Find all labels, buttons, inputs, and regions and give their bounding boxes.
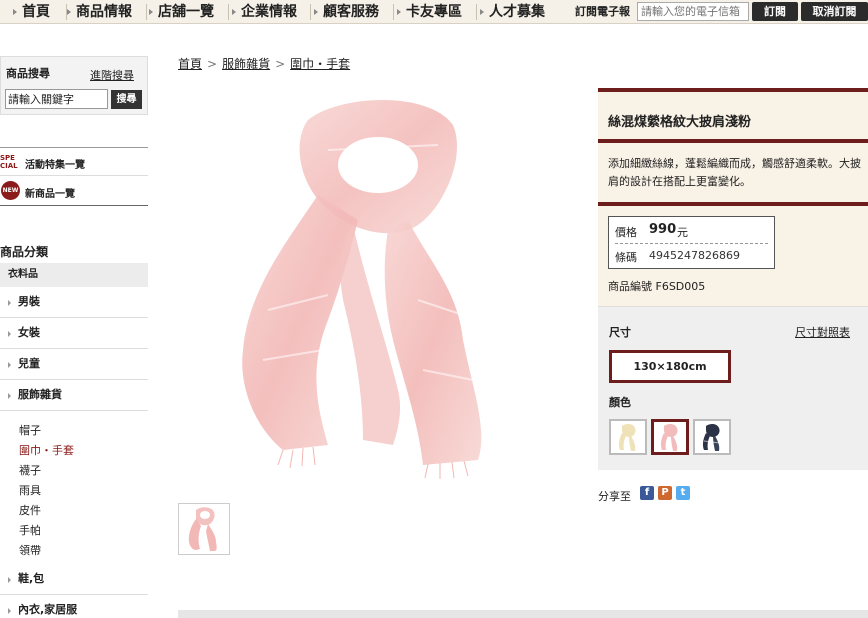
search-title: 商品搜尋 — [6, 67, 50, 80]
breadcrumb-home[interactable]: 首頁 — [178, 57, 202, 71]
category-group-clothing: 衣料品 — [0, 263, 148, 287]
category-kids[interactable]: 兒童 — [0, 350, 148, 380]
product-title: 絲混煤縈格紋大披肩淺粉 — [608, 115, 752, 130]
special-feature-link[interactable]: SPE CIAL 活動特集一覽 — [0, 147, 148, 176]
subscribe-button[interactable]: 訂閱 — [752, 2, 798, 21]
product-description: 添加細緻絲線，蓬鬆編織而成，觸感舒適柔軟。大披肩的設計在搭配上更富變化。 — [608, 157, 861, 188]
category-shoes-bags[interactable]: 鞋,包 — [0, 565, 148, 595]
keyword-search-input[interactable] — [5, 89, 108, 109]
product-main-image — [178, 90, 578, 480]
product-code: 商品編號 F6SD005 — [608, 278, 705, 294]
scarf-thumbnail-image — [188, 507, 217, 551]
price-divider — [615, 243, 768, 244]
special-logo-icon: SPE CIAL — [0, 154, 18, 170]
category-accessories[interactable]: 服飾雜貨 — [0, 381, 148, 411]
product-options-panel: 尺寸 尺寸對照表 130×180cm 顏色 — [598, 306, 868, 470]
price-unit: 元 — [677, 226, 688, 239]
nav-customer-service[interactable]: 顧客服務 — [311, 2, 379, 22]
color-label: 顏色 — [609, 396, 631, 409]
size-label: 尺寸 — [609, 326, 631, 339]
price-label: 價格 — [615, 226, 637, 239]
breadcrumb-scarves[interactable]: 圍巾・手套 — [290, 57, 350, 71]
new-products-link[interactable]: NEW 新商品一覽 — [0, 177, 148, 206]
subcategory-handkerchiefs[interactable]: 手帕 — [19, 524, 41, 538]
plurk-icon[interactable]: P — [658, 486, 672, 500]
top-nav: 首頁 商品情報 店舖一覽 企業情報 顧客服務 卡友專區 人才募集 訂閱電子報 訂… — [0, 0, 868, 24]
description-divider — [598, 202, 868, 206]
subcategory-scarves-gloves[interactable]: 圍巾・手套 — [19, 444, 74, 458]
product-title-bar: 絲混煤縈格紋大披肩淺粉 — [598, 88, 868, 143]
newsletter-email-input[interactable] — [637, 2, 749, 21]
breadcrumb: 首頁 > 服飾雜貨 > 圍巾・手套 — [178, 55, 350, 72]
product-code-label: 商品編號 — [608, 280, 652, 293]
barcode-label: 條碼 — [615, 251, 637, 264]
category-title: 商品分類 — [0, 245, 49, 259]
subcategory-socks[interactable]: 襪子 — [19, 464, 41, 478]
navy-scarf-icon — [702, 423, 721, 451]
bottom-scroll-bar — [178, 610, 868, 618]
unsubscribe-button[interactable]: 取消訂閱 — [801, 2, 868, 21]
subcategory-leather[interactable]: 皮件 — [19, 504, 41, 518]
product-search-box: 商品搜尋 進階搜尋 搜尋 — [0, 56, 148, 115]
breadcrumb-accessories[interactable]: 服飾雜貨 — [222, 57, 270, 71]
scarf-image — [242, 100, 482, 479]
color-swatch-cream[interactable] — [609, 419, 647, 455]
product-thumbnail[interactable] — [178, 503, 230, 555]
pink-scarf-icon — [660, 423, 678, 451]
nav-careers[interactable]: 人才募集 — [477, 2, 545, 22]
color-swatch-navy-plaid[interactable] — [693, 419, 731, 455]
category-underwear[interactable]: 內衣,家居服 — [0, 596, 148, 618]
size-chart-link[interactable]: 尺寸對照表 — [795, 324, 850, 340]
subcategory-ties[interactable]: 領帶 — [19, 544, 41, 558]
new-logo-icon: NEW — [1, 181, 20, 200]
nav-products[interactable]: 商品情報 — [64, 2, 132, 22]
category-men[interactable]: 男裝 — [0, 288, 148, 318]
cream-scarf-icon — [618, 423, 636, 451]
newsletter-label: 訂閱電子報 — [575, 5, 630, 18]
twitter-icon[interactable]: t — [676, 486, 690, 500]
product-code-value: F6SD005 — [655, 280, 706, 293]
color-swatch-light-pink[interactable] — [651, 419, 689, 455]
nav-home[interactable]: 首頁 — [10, 2, 50, 22]
price-value: 990 — [649, 222, 677, 237]
size-option-button[interactable]: 130×180cm — [609, 350, 731, 383]
special-feature-label: 活動特集一覽 — [25, 160, 85, 171]
breadcrumb-separator: > — [207, 57, 218, 71]
subcategory-rain-gear[interactable]: 雨具 — [19, 484, 41, 498]
subcategory-hats[interactable]: 帽子 — [19, 424, 41, 438]
price-box: 價格 990 元 條碼 4945247826869 — [608, 216, 775, 269]
advanced-search-link[interactable]: 進階搜尋 — [90, 67, 134, 83]
breadcrumb-separator: > — [275, 57, 286, 71]
search-button[interactable]: 搜尋 — [111, 90, 142, 109]
nav-company[interactable]: 企業情報 — [229, 2, 297, 22]
barcode-value: 4945247826869 — [649, 249, 740, 262]
category-women[interactable]: 女裝 — [0, 319, 148, 349]
nav-members[interactable]: 卡友專區 — [394, 2, 462, 22]
new-products-label: 新商品一覽 — [25, 189, 75, 200]
share-label: 分享至 — [598, 490, 631, 503]
nav-stores[interactable]: 店舖一覽 — [146, 2, 214, 22]
product-info-panel: 絲混煤縈格紋大披肩淺粉 添加細緻絲線，蓬鬆編織而成，觸感舒適柔軟。大披肩的設計在… — [598, 88, 868, 306]
facebook-icon[interactable]: f — [640, 486, 654, 500]
